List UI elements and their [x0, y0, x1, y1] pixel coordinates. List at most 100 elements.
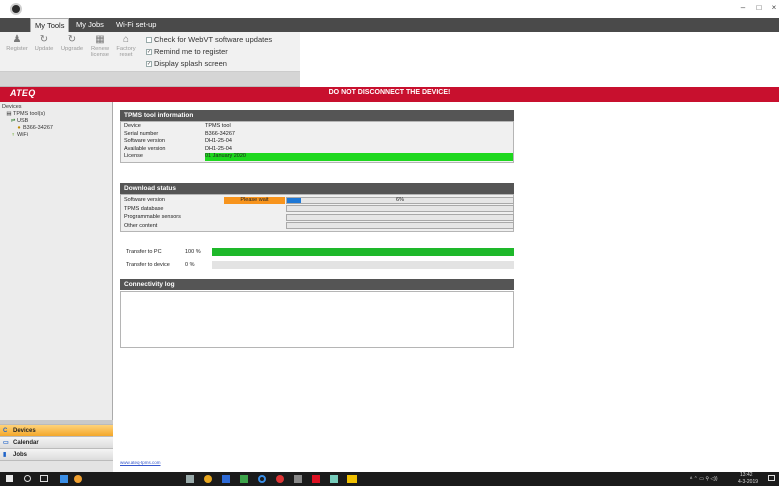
- opera-icon[interactable]: [276, 475, 284, 483]
- factory-reset-button[interactable]: ⌂ Factory reset: [114, 34, 138, 58]
- app-icon[interactable]: [60, 475, 68, 483]
- info-row: License 01 January 2020: [121, 153, 513, 161]
- word-icon[interactable]: [222, 475, 230, 483]
- edge-icon[interactable]: [258, 475, 266, 483]
- license-label: license: [90, 52, 110, 58]
- sidebar-nav: C Devices ▭ Calendar ▮ Jobs: [0, 424, 113, 460]
- tab-my-tools[interactable]: My Tools: [30, 18, 70, 32]
- connectivity-log-title: Connectivity log: [120, 279, 514, 290]
- tree-item-usb[interactable]: ⇌ USB: [2, 118, 111, 125]
- title-bar: – □ ×: [0, 0, 779, 18]
- tab-my-jobs[interactable]: My Jobs: [72, 18, 108, 32]
- renew-license-button[interactable]: ▦ Renew license: [88, 34, 112, 58]
- tree-item-device-serial[interactable]: ● B366-34267: [2, 125, 111, 132]
- download-row: Other content: [121, 222, 514, 231]
- info-row: Available version DH1-25-04: [121, 146, 513, 154]
- mail-icon[interactable]: [294, 475, 302, 483]
- ribbon-footer: [0, 72, 300, 87]
- ribbon-panel: ♟ Register ↻ Update ↻ Upgrade ▦ Renew li…: [0, 32, 300, 72]
- website-link[interactable]: www.ateq-tpms.com: [120, 460, 161, 465]
- device-icon: ▤: [6, 111, 12, 117]
- clock-time[interactable]: 13:42: [740, 472, 753, 478]
- register-button[interactable]: ♟ Register: [5, 34, 29, 52]
- transfer-to-device-row: Transfer to device 0 %: [120, 260, 514, 270]
- clock-date[interactable]: 4-3-2019: [738, 479, 758, 485]
- browser-icon[interactable]: [74, 475, 82, 483]
- main-content: TPMS tool information Device TPMS tool S…: [114, 102, 779, 472]
- warning-banner: DO NOT DISCONNECT THE DEVICE! ATEQ: [0, 87, 779, 102]
- reset-label: reset: [119, 52, 133, 58]
- sensors-progress-bar: [286, 213, 514, 221]
- download-status-body: Software version Please wait 6% TPMS dat…: [120, 194, 514, 232]
- checkbox-unchecked-icon: [146, 37, 152, 44]
- pdf-icon[interactable]: [312, 475, 320, 483]
- devices-icon: C: [3, 428, 8, 434]
- download-key: TPMS database: [124, 205, 164, 212]
- tool-info-panel: TPMS tool information Device TPMS tool S…: [120, 110, 514, 163]
- nav-calendar[interactable]: ▭ Calendar: [0, 436, 113, 448]
- info-row: Serial number B366-34267: [121, 131, 513, 139]
- info-value: B366-34267: [205, 130, 235, 137]
- info-key: Software version: [124, 138, 165, 144]
- tool-icon[interactable]: [330, 475, 338, 483]
- checkbox-checked-icon: ✓: [146, 49, 152, 56]
- connectivity-log-panel: Connectivity log: [120, 279, 514, 290]
- file-explorer-icon[interactable]: [186, 475, 194, 483]
- tree-item-tpms-tools[interactable]: ▤TPMS tool(s): [2, 111, 111, 118]
- minimize-button[interactable]: –: [736, 2, 750, 14]
- tab-wifi-setup[interactable]: Wi-Fi set-up: [112, 18, 160, 32]
- active-app-icon[interactable]: [347, 475, 357, 483]
- calendar-icon: ▦: [95, 34, 105, 45]
- info-value: DH1-25-04: [205, 138, 232, 144]
- excel-icon[interactable]: [240, 475, 248, 483]
- download-status-panel: Download status Software version Please …: [120, 183, 514, 232]
- upgrade-button[interactable]: ↻ Upgrade: [60, 34, 84, 52]
- nav-jobs[interactable]: ▮ Jobs: [0, 448, 113, 460]
- remind-register-label: Remind me to register: [154, 47, 228, 56]
- upgrade-icon: ↻: [67, 34, 77, 45]
- download-key: Software version: [124, 197, 165, 203]
- check-updates-checkbox[interactable]: Check for WebVT software updates: [146, 35, 272, 44]
- update-button[interactable]: ↻ Update: [32, 34, 56, 52]
- info-key: Serial number: [124, 130, 159, 137]
- notifications-icon[interactable]: [768, 475, 775, 481]
- other-content-progress-bar: [286, 222, 514, 229]
- tree-item-wifi[interactable]: ♆ WiFi: [2, 132, 111, 139]
- nav-devices[interactable]: C Devices: [0, 424, 113, 436]
- maximize-button[interactable]: □: [752, 2, 766, 14]
- progress-text: 6%: [396, 196, 404, 203]
- splash-screen-checkbox[interactable]: ✓ Display splash screen: [146, 59, 227, 68]
- tray-icons[interactable]: ᴬ ⌃ ▭ ⚲ ◁)): [690, 476, 718, 482]
- search-icon[interactable]: [24, 475, 31, 482]
- register-label: Register: [6, 46, 28, 52]
- info-row: Software version DH1-25-04: [121, 138, 513, 146]
- tool-icon: ●: [17, 125, 21, 131]
- transfer-percent: 0 %: [185, 262, 195, 268]
- download-row: Programmable sensors: [121, 213, 514, 222]
- tpms-database-progress-bar: [286, 205, 514, 212]
- close-button[interactable]: ×: [767, 2, 779, 14]
- upgrade-label: Upgrade: [60, 46, 84, 52]
- update-label: Update: [34, 46, 54, 52]
- ribbon-tab-bar: My Tools My Jobs Wi-Fi set-up: [0, 18, 779, 32]
- transfer-label: Transfer to device: [126, 262, 170, 268]
- chrome-icon[interactable]: [204, 475, 212, 483]
- remind-register-checkbox[interactable]: ✓ Remind me to register: [146, 47, 228, 56]
- transfer-to-pc-bar: [212, 248, 514, 256]
- checkbox-checked-icon: ✓: [146, 61, 152, 68]
- tool-info-title: TPMS tool information: [120, 110, 514, 121]
- device-tree: Devices ▤TPMS tool(s) ⇌ USB ● B366-34267 ♆…: [2, 104, 111, 139]
- user-icon: ♟: [12, 34, 22, 45]
- task-view-icon[interactable]: [40, 475, 48, 482]
- calendar-icon: ▭: [3, 440, 9, 446]
- progress-fill: [212, 248, 514, 256]
- wifi-icon: ♆: [10, 132, 16, 138]
- tree-item-devices[interactable]: Devices: [2, 104, 111, 111]
- ateq-logo: ATEQ: [10, 88, 36, 98]
- software-progress-bar: 6%: [286, 196, 514, 204]
- connectivity-log-area[interactable]: [120, 291, 514, 348]
- ribbon-empty-area: [300, 32, 779, 87]
- windows-start-icon[interactable]: [6, 475, 13, 482]
- download-key: Other content: [124, 222, 158, 229]
- app-logo-icon[interactable]: [10, 3, 22, 15]
